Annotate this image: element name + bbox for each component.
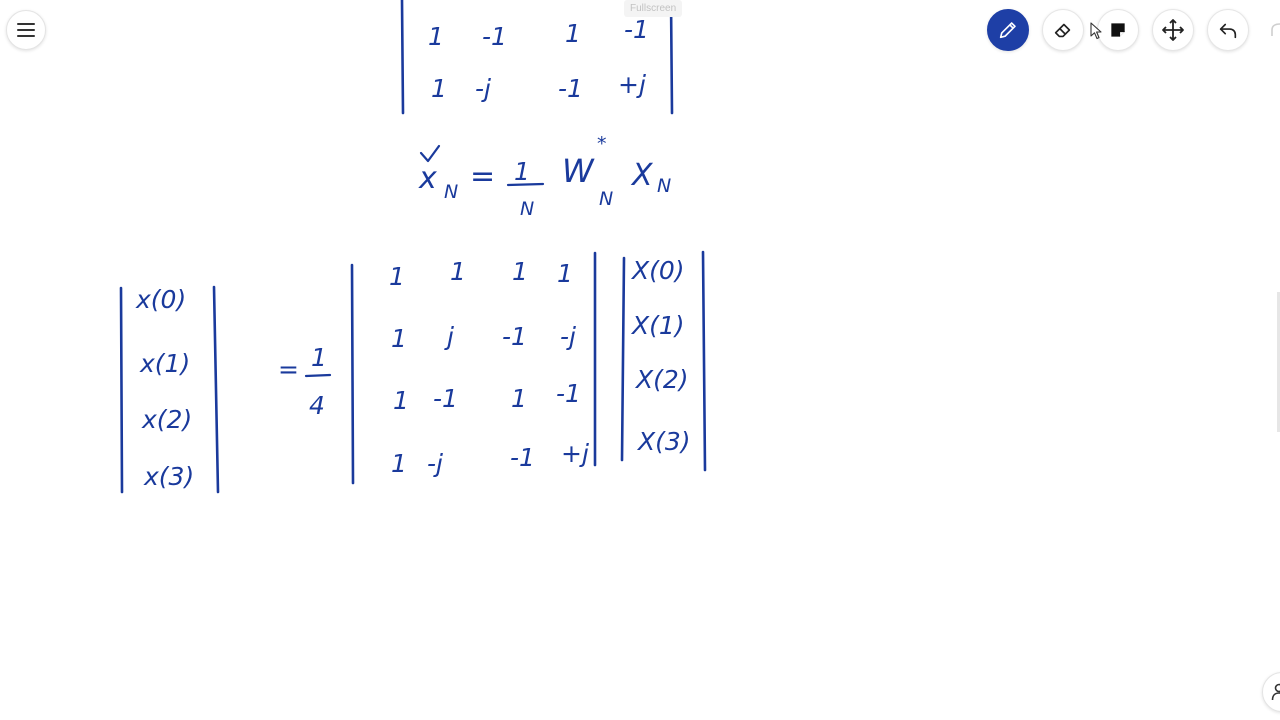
matrix-cell: -1	[502, 322, 527, 351]
mouse-cursor-icon	[1090, 22, 1102, 40]
matrix-cell: 1	[391, 449, 407, 478]
move-tool-button[interactable]	[1152, 9, 1194, 51]
matrix-cell: -1	[433, 384, 458, 413]
top-matrix-left-bar	[400, 0, 405, 115]
hamburger-menu-icon	[17, 23, 35, 37]
rhs-vector: X(0) X(1) X(2) X(3)	[620, 250, 707, 472]
matrix-cell: 1	[391, 324, 407, 353]
top-matrix-cell: -j	[475, 74, 491, 103]
rhs-vector-entry: X(1)	[630, 311, 685, 340]
formula-lhs: x	[418, 161, 437, 196]
fullscreen-tooltip: Fullscreen	[624, 0, 683, 17]
formula-rhs-subscript: N	[657, 175, 671, 197]
menu-button[interactable]	[6, 10, 46, 50]
scalar-factor: = 1 4	[278, 343, 332, 420]
top-matrix-cell: -1	[482, 22, 507, 51]
sticky-note-icon	[1111, 23, 1125, 37]
lhs-vector-entry: x(0)	[135, 285, 186, 314]
eraser-icon	[1054, 23, 1071, 38]
top-matrix-cell: 1	[565, 19, 581, 48]
matrix-cell: -1	[556, 379, 581, 408]
redo-button-partial[interactable]	[1268, 14, 1280, 40]
matrix-cell: 1	[557, 259, 573, 288]
scalar-equals: =	[278, 355, 299, 384]
idft-formula: x N = 1 N W * N X N	[418, 133, 671, 220]
lhs-vector-right-bar	[212, 285, 220, 494]
lhs-vector-entry: x(2)	[141, 405, 192, 434]
lhs-vector-entry: x(3)	[143, 462, 194, 491]
lhs-vector: x(0) x(1) x(2) x(3)	[119, 285, 220, 494]
matrix-cell: 1	[450, 257, 466, 286]
lhs-vector-left-bar	[119, 286, 124, 494]
scalar-denominator: 4	[309, 391, 325, 420]
conjugate-dft-matrix: 1 1 1 1 1 j -1 -j 1 -1 1 -1 1 -j -1 +j	[350, 251, 597, 485]
formula-fraction-numerator: 1	[514, 157, 530, 186]
top-matrix-cell: +j	[618, 70, 646, 99]
rhs-vector-entry: X(0)	[630, 256, 685, 285]
matrix-cell: j	[444, 322, 454, 351]
redo-icon	[1271, 23, 1280, 36]
rhs-vector-left-bar	[620, 256, 626, 462]
matrix-cell: 1	[389, 262, 405, 291]
formula-fraction-bar	[506, 182, 545, 187]
lhs-vector-entry: x(1)	[139, 349, 190, 378]
top-matrix-cell: 1	[428, 22, 444, 51]
pen-icon	[999, 22, 1016, 39]
top-matrix-cell: -1	[558, 74, 583, 103]
scalar-numerator: 1	[311, 343, 327, 372]
rhs-vector-right-bar	[701, 250, 707, 472]
formula-conjugate-star: *	[597, 133, 607, 155]
undo-button[interactable]	[1207, 9, 1249, 51]
formula-twiddle-matrix: W	[562, 152, 595, 190]
top-matrix-cell: 1	[431, 74, 447, 103]
matrix-cell: -j	[560, 322, 576, 351]
scalar-fraction-bar	[304, 373, 332, 378]
eraser-tool-button[interactable]	[1042, 9, 1084, 51]
whiteboard-app: 1 -1 1 -1 1 -j -1 +j x N = 1 N W * N X N	[0, 0, 1280, 720]
matrix-cell: -1	[510, 443, 535, 472]
undo-icon	[1219, 23, 1237, 39]
matrix-left-bar	[350, 263, 355, 485]
whiteboard-canvas[interactable]: 1 -1 1 -1 1 -j -1 +j x N = 1 N W * N X N	[0, 0, 1280, 720]
user-icon	[1271, 683, 1280, 701]
rhs-vector-entry: X(2)	[634, 365, 689, 394]
matrix-cell: 1	[511, 384, 527, 413]
matrix-cell: +j	[561, 439, 589, 468]
formula-fraction-denominator: N	[520, 198, 534, 220]
matrix-cell: -j	[427, 449, 443, 478]
top-matrix-cell: -1	[624, 15, 649, 44]
matrix-cell: 1	[512, 257, 528, 286]
formula-twiddle-subscript: N	[599, 188, 613, 210]
check-accent-mark	[419, 144, 441, 163]
rhs-vector-entry: X(3)	[636, 427, 691, 456]
matrix-cell: 1	[393, 386, 409, 415]
formula-rhs: X	[630, 158, 654, 193]
pen-tool-button[interactable]	[987, 9, 1029, 51]
formula-lhs-subscript: N	[444, 181, 458, 203]
move-arrows-icon	[1162, 19, 1184, 41]
formula-equals: =	[470, 159, 495, 194]
drawing-toolbar	[987, 9, 1267, 51]
